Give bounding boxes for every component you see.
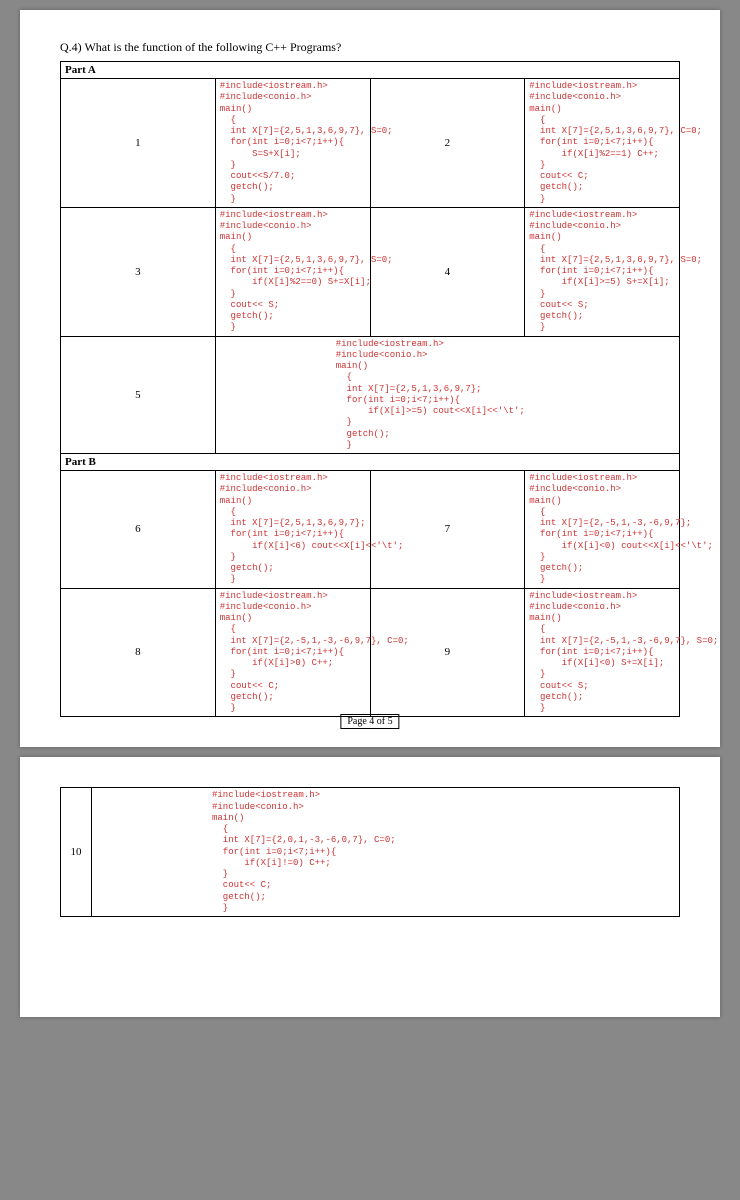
page-2: 10 #include<iostream.h> #include<conio.h… bbox=[20, 757, 720, 1017]
cell-code-3: #include<iostream.h> #include<conio.h> m… bbox=[215, 207, 370, 336]
page-number: Page 4 of 5 bbox=[340, 714, 399, 729]
cell-code-8: #include<iostream.h> #include<conio.h> m… bbox=[215, 588, 370, 717]
programs-table: Part A 1 #include<iostream.h> #include<c… bbox=[60, 61, 680, 717]
cell-code-9: #include<iostream.h> #include<conio.h> m… bbox=[525, 588, 680, 717]
code-9: #include<iostream.h> #include<conio.h> m… bbox=[529, 591, 675, 715]
code-6: #include<iostream.h> #include<conio.h> m… bbox=[220, 473, 366, 586]
code-1: #include<iostream.h> #include<conio.h> m… bbox=[220, 81, 366, 205]
cell-code-10: #include<iostream.h> #include<conio.h> m… bbox=[92, 788, 680, 917]
part-b-header: Part B bbox=[61, 454, 680, 471]
cell-num-5: 5 bbox=[61, 336, 216, 454]
cell-num-3: 3 bbox=[61, 207, 216, 336]
cell-num-6: 6 bbox=[61, 471, 216, 589]
code-5: #include<iostream.h> #include<conio.h> m… bbox=[336, 339, 675, 452]
part-a-header: Part A bbox=[61, 62, 680, 79]
code-8: #include<iostream.h> #include<conio.h> m… bbox=[220, 591, 366, 715]
code-7: #include<iostream.h> #include<conio.h> m… bbox=[529, 473, 675, 586]
cell-code-4: #include<iostream.h> #include<conio.h> m… bbox=[525, 207, 680, 336]
code-2: #include<iostream.h> #include<conio.h> m… bbox=[529, 81, 675, 205]
code-4: #include<iostream.h> #include<conio.h> m… bbox=[529, 210, 675, 334]
cell-code-6: #include<iostream.h> #include<conio.h> m… bbox=[215, 471, 370, 589]
cell-num-9: 9 bbox=[370, 588, 525, 717]
code-10: #include<iostream.h> #include<conio.h> m… bbox=[212, 790, 675, 914]
cell-code-2: #include<iostream.h> #include<conio.h> m… bbox=[525, 79, 680, 208]
question-title: Q.4) What is the function of the followi… bbox=[60, 40, 680, 55]
cell-num-2: 2 bbox=[370, 79, 525, 208]
programs-table-2: 10 #include<iostream.h> #include<conio.h… bbox=[60, 787, 680, 917]
cell-code-5: #include<iostream.h> #include<conio.h> m… bbox=[215, 336, 679, 454]
cell-num-10: 10 bbox=[61, 788, 92, 917]
cell-num-1: 1 bbox=[61, 79, 216, 208]
cell-num-4: 4 bbox=[370, 207, 525, 336]
code-3: #include<iostream.h> #include<conio.h> m… bbox=[220, 210, 366, 334]
cell-num-7: 7 bbox=[370, 471, 525, 589]
cell-num-8: 8 bbox=[61, 588, 216, 717]
cell-code-1: #include<iostream.h> #include<conio.h> m… bbox=[215, 79, 370, 208]
page-1: Q.4) What is the function of the followi… bbox=[20, 10, 720, 747]
cell-code-7: #include<iostream.h> #include<conio.h> m… bbox=[525, 471, 680, 589]
